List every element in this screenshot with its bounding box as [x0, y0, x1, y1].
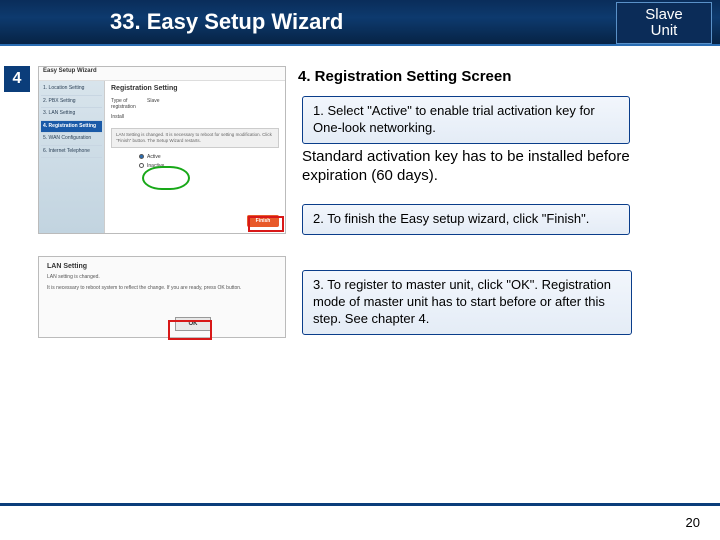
dialog-text: LAN setting is changed. — [47, 274, 277, 281]
ok-button[interactable]: OK — [175, 317, 211, 331]
radio-active[interactable]: Active — [139, 154, 279, 160]
radio-label: Inactive — [147, 163, 164, 169]
finish-button[interactable]: Finish — [247, 215, 279, 227]
form-label: Install — [111, 114, 141, 120]
unit-type-line2: Unit — [651, 23, 678, 40]
page-title: 33. Easy Setup Wizard — [110, 9, 343, 35]
unit-type-line1: Slave — [645, 7, 683, 24]
wizard-panel-title: Registration Setting — [111, 85, 279, 92]
wizard-screenshot: Easy Setup Wizard 1. Location Setting 2.… — [38, 66, 286, 234]
activation-radio-group: Active Inactive — [111, 154, 279, 169]
form-value: Slave — [147, 98, 160, 110]
header-bar: 33. Easy Setup Wizard Slave Unit — [0, 0, 720, 46]
callout-step1: 1. Select "Active" to enable trial activ… — [302, 96, 630, 144]
dialog-text: It is necessary to reboot system to refl… — [47, 285, 277, 292]
standard-key-note: Standard activation key has to be instal… — [302, 148, 632, 186]
wizard-main-panel: Registration Setting Type of registratio… — [105, 81, 285, 233]
radio-label: Active — [147, 154, 161, 160]
sidebar-item-active[interactable]: 4. Registration Setting — [41, 121, 102, 134]
radio-icon — [139, 163, 144, 168]
form-row: Type of registration Slave — [111, 98, 279, 110]
dialog-screenshot: LAN Setting LAN setting is changed. It i… — [38, 256, 286, 338]
radio-icon — [139, 154, 144, 159]
wizard-info-box: LAN Setting is changed. It is necessary … — [111, 128, 279, 148]
section-heading: 4. Registration Setting Screen — [298, 68, 511, 85]
step-number-badge: 4 — [4, 66, 30, 92]
form-label: Type of registration — [111, 98, 141, 110]
footer-rule — [0, 503, 720, 506]
sidebar-item[interactable]: 5. WAN Configuration — [41, 133, 102, 146]
sidebar-item[interactable]: 3. LAN Setting — [41, 108, 102, 121]
form-row: Install — [111, 114, 279, 120]
wizard-window-title: Easy Setup Wizard — [39, 67, 285, 81]
dialog-title: LAN Setting — [47, 263, 277, 270]
sidebar-item[interactable]: 1. Location Setting — [41, 83, 102, 96]
sidebar-item[interactable]: 6. Internet Telephone — [41, 146, 102, 159]
page-number: 20 — [686, 515, 700, 530]
unit-type-badge: Slave Unit — [616, 2, 712, 44]
radio-inactive[interactable]: Inactive — [139, 163, 279, 169]
callout-step2: 2. To finish the Easy setup wizard, clic… — [302, 204, 630, 235]
callout-step3: 3. To register to master unit, click "OK… — [302, 270, 632, 335]
wizard-sidebar: 1. Location Setting 2. PBX Setting 3. LA… — [39, 81, 105, 233]
sidebar-item[interactable]: 2. PBX Setting — [41, 96, 102, 109]
